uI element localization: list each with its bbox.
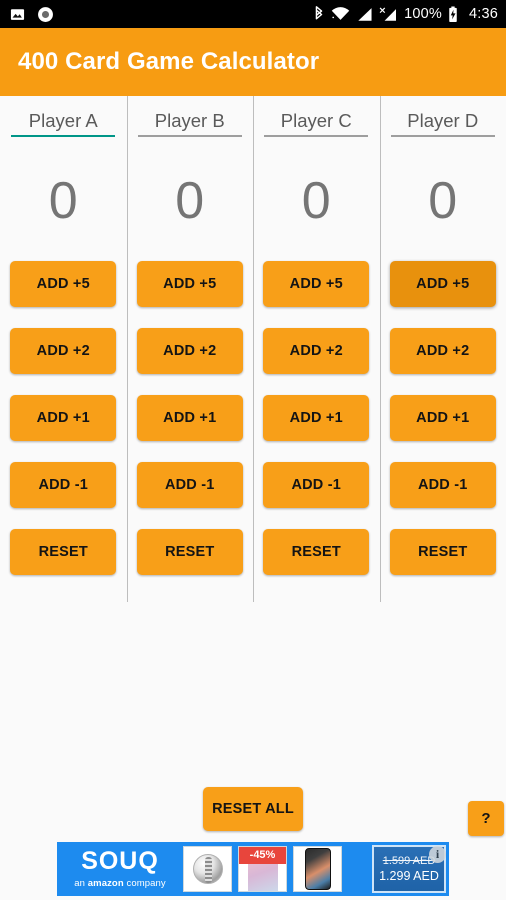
phone-dark-image xyxy=(304,848,331,890)
ad-brand-tagline: an amazon company xyxy=(74,878,166,889)
reset-button-d[interactable]: RESET xyxy=(389,529,496,575)
ad-product-ring[interactable] xyxy=(183,846,232,892)
player-score-b: 0 xyxy=(175,172,205,230)
add-1-button-c[interactable]: ADD +1 xyxy=(263,395,370,441)
add-5-button-d[interactable]: ADD +5 xyxy=(389,261,496,307)
add-2-button-c[interactable]: ADD +2 xyxy=(263,328,370,374)
app-bar: 400 Card Game Calculator xyxy=(0,28,506,96)
battery-percent-label: 100% xyxy=(404,6,442,22)
status-bar: 100% 4:36 xyxy=(0,0,506,28)
page-title: 400 Card Game Calculator xyxy=(18,48,320,75)
add-1-button-d[interactable]: ADD +1 xyxy=(389,395,496,441)
subtract-1-button-b[interactable]: ADD -1 xyxy=(136,462,243,508)
player-name-input-c[interactable] xyxy=(264,110,369,137)
signal-icon xyxy=(356,7,373,22)
ad-brand-name: SOUQ xyxy=(81,847,159,875)
battery-charging-icon xyxy=(448,6,458,23)
image-icon xyxy=(10,7,25,22)
add-1-button-b[interactable]: ADD +1 xyxy=(136,395,243,441)
ad-tagline-bold: amazon xyxy=(87,878,124,889)
status-bar-right-icons: 100% 4:36 xyxy=(313,5,498,23)
player-column-b: 0 ADD +5 ADD +2 ADD +1 ADD -1 RESET xyxy=(126,96,254,602)
clock-label: 4:36 xyxy=(468,6,498,22)
ad-price-current: 1.299 AED xyxy=(379,869,439,883)
player-column-c: 0 ADD +5 ADD +2 ADD +1 ADD -1 RESET xyxy=(253,96,380,602)
reset-button-c[interactable]: RESET xyxy=(263,529,370,575)
player-column-d: 0 ADD +5 ADD +2 ADD +1 ADD -1 RESET xyxy=(379,96,506,602)
ad-banner[interactable]: SOUQ an amazon company -45% 1.599 AED 1.… xyxy=(57,842,449,896)
player-score-d: 0 xyxy=(428,172,458,230)
player-buttons-b: ADD +5 ADD +2 ADD +1 ADD -1 RESET xyxy=(136,261,243,575)
player-score-c: 0 xyxy=(301,172,331,230)
help-button[interactable]: ? xyxy=(468,801,504,836)
add-1-button-a[interactable]: ADD +1 xyxy=(10,395,117,441)
subtract-1-button-d[interactable]: ADD -1 xyxy=(389,462,496,508)
wifi-icon xyxy=(331,6,350,22)
app-root: 100% 4:36 400 Card Game Calculator 0 ADD… xyxy=(0,0,506,900)
ad-product-phone[interactable] xyxy=(293,846,342,892)
player-name-input-a[interactable] xyxy=(11,110,116,137)
add-2-button-b[interactable]: ADD +2 xyxy=(136,328,243,374)
bluetooth-icon xyxy=(313,5,325,23)
ad-price-box[interactable]: 1.599 AED 1.299 AED i xyxy=(372,845,446,893)
add-2-button-d[interactable]: ADD +2 xyxy=(389,328,496,374)
discount-badge: -45% xyxy=(239,847,286,864)
ring-product-image xyxy=(192,854,223,884)
add-5-button-a[interactable]: ADD +5 xyxy=(10,261,117,307)
ad-tagline-prefix: an xyxy=(74,878,88,889)
add-2-button-a[interactable]: ADD +2 xyxy=(10,328,117,374)
status-bar-left-icons xyxy=(10,6,54,23)
player-name-input-b[interactable] xyxy=(137,110,242,137)
reset-button-a[interactable]: RESET xyxy=(10,529,117,575)
player-score-a: 0 xyxy=(48,172,78,230)
add-5-button-b[interactable]: ADD +5 xyxy=(136,261,243,307)
subtract-1-button-c[interactable]: ADD -1 xyxy=(263,462,370,508)
screen-record-icon xyxy=(37,6,54,23)
player-name-input-d[interactable] xyxy=(390,110,495,137)
ad-product-discounted-phone[interactable]: -45% xyxy=(238,846,287,892)
subtract-1-button-a[interactable]: ADD -1 xyxy=(10,462,117,508)
player-buttons-d: ADD +5 ADD +2 ADD +1 ADD -1 RESET xyxy=(389,261,496,575)
ad-tagline-suffix: company xyxy=(123,878,166,889)
ad-product-tiles: -45% xyxy=(183,846,372,892)
ad-brand-logo: SOUQ an amazon company xyxy=(57,847,183,890)
player-column-a: 0 ADD +5 ADD +2 ADD +1 ADD -1 RESET xyxy=(0,96,127,602)
ad-info-icon[interactable]: i xyxy=(429,846,446,863)
ad-price-original: 1.599 AED xyxy=(382,855,436,867)
player-buttons-c: ADD +5 ADD +2 ADD +1 ADD -1 RESET xyxy=(263,261,370,575)
players-board: 0 ADD +5 ADD +2 ADD +1 ADD -1 RESET 0 AD… xyxy=(0,96,506,602)
add-5-button-c[interactable]: ADD +5 xyxy=(263,261,370,307)
signal-no-sim-icon xyxy=(379,7,398,22)
reset-all-button[interactable]: RESET ALL xyxy=(203,787,303,831)
reset-button-b[interactable]: RESET xyxy=(136,529,243,575)
player-buttons-a: ADD +5 ADD +2 ADD +1 ADD -1 RESET xyxy=(10,261,117,575)
